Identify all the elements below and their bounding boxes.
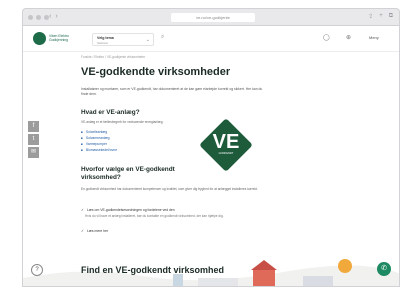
language-icon[interactable]: ⊕: [346, 34, 351, 41]
section-text-why: En godkendt virksomhed har dokumenteret …: [81, 187, 258, 191]
search-icon[interactable]: ⌕: [161, 34, 164, 41]
ve-badge-logo: VE GODKENDT: [207, 126, 245, 164]
close-window-button[interactable]: [28, 15, 33, 20]
find-section-heading: Find en VE-godkendt virksomhed: [81, 265, 225, 275]
checklist-sub-text: Hvis du vil have et anlæg installeret, b…: [85, 214, 224, 218]
twitter-icon[interactable]: t: [28, 134, 39, 145]
help-icon[interactable]: ?: [31, 264, 43, 276]
link-item[interactable]: Biomassekedel/ovne: [81, 147, 117, 153]
chevron-down-icon: ⌄: [145, 37, 150, 43]
share-icon[interactable]: ⇪: [368, 13, 373, 20]
page-title: VE-godkendte virksomheder: [81, 66, 231, 78]
logo-text[interactable]: Viken Elektro Godkjenning: [49, 34, 69, 42]
forward-button[interactable]: ›: [55, 13, 57, 20]
checklist-item[interactable]: Læs mere her: [81, 229, 108, 233]
ve-type-links: Solcelleanlæg Solvarmeanlæg Varmepumper …: [81, 129, 117, 153]
new-tab-icon[interactable]: +: [379, 13, 383, 20]
user-icon[interactable]: ◯: [323, 34, 330, 41]
breadcrumb[interactable]: Forside / Elektro / VE-godkjente virksom…: [81, 55, 145, 59]
tabs-icon[interactable]: ⧉: [389, 13, 393, 20]
site-header: Viken Elektro Godkjenning Velg tema Sekt…: [23, 26, 399, 52]
web-page: Viken Elektro Godkjenning Velg tema Sekt…: [22, 25, 400, 287]
logo-icon[interactable]: [33, 32, 46, 45]
ve-badge-letter: VE: [212, 131, 240, 153]
social-share-bar: f t ✉: [28, 121, 39, 160]
email-icon[interactable]: ✉: [28, 147, 39, 158]
browser-toolbar: ‹ › ve.no/ve-godkjente ⇪ + ⧉: [22, 8, 400, 25]
minimize-window-button[interactable]: [36, 15, 41, 20]
theme-selector[interactable]: Velg tema Sektorer ⌄: [92, 33, 154, 46]
logo-text-line-2: Godkjenning: [49, 38, 69, 42]
menu-button[interactable]: Meny: [369, 35, 379, 40]
section-heading-why: Hvorfor vælge en VE-godkendt virksomhed?: [81, 166, 175, 181]
section-heading-what: Hvad er VE-anlæg?: [81, 109, 140, 116]
address-bar[interactable]: ve.no/ve-godkjente: [171, 13, 255, 22]
back-button[interactable]: ‹: [49, 13, 51, 20]
checklist-item[interactable]: Læs om VE-godkendelsesordningen og forde…: [81, 208, 175, 212]
chat-icon[interactable]: ✆: [377, 262, 391, 276]
theme-selector-label: Velg tema: [97, 36, 114, 40]
intro-text: Installatører og montører, som er VE-god…: [81, 87, 263, 96]
window-controls[interactable]: [28, 15, 49, 20]
theme-selector-sub: Sektorer: [97, 41, 109, 45]
facebook-icon[interactable]: f: [28, 121, 39, 132]
